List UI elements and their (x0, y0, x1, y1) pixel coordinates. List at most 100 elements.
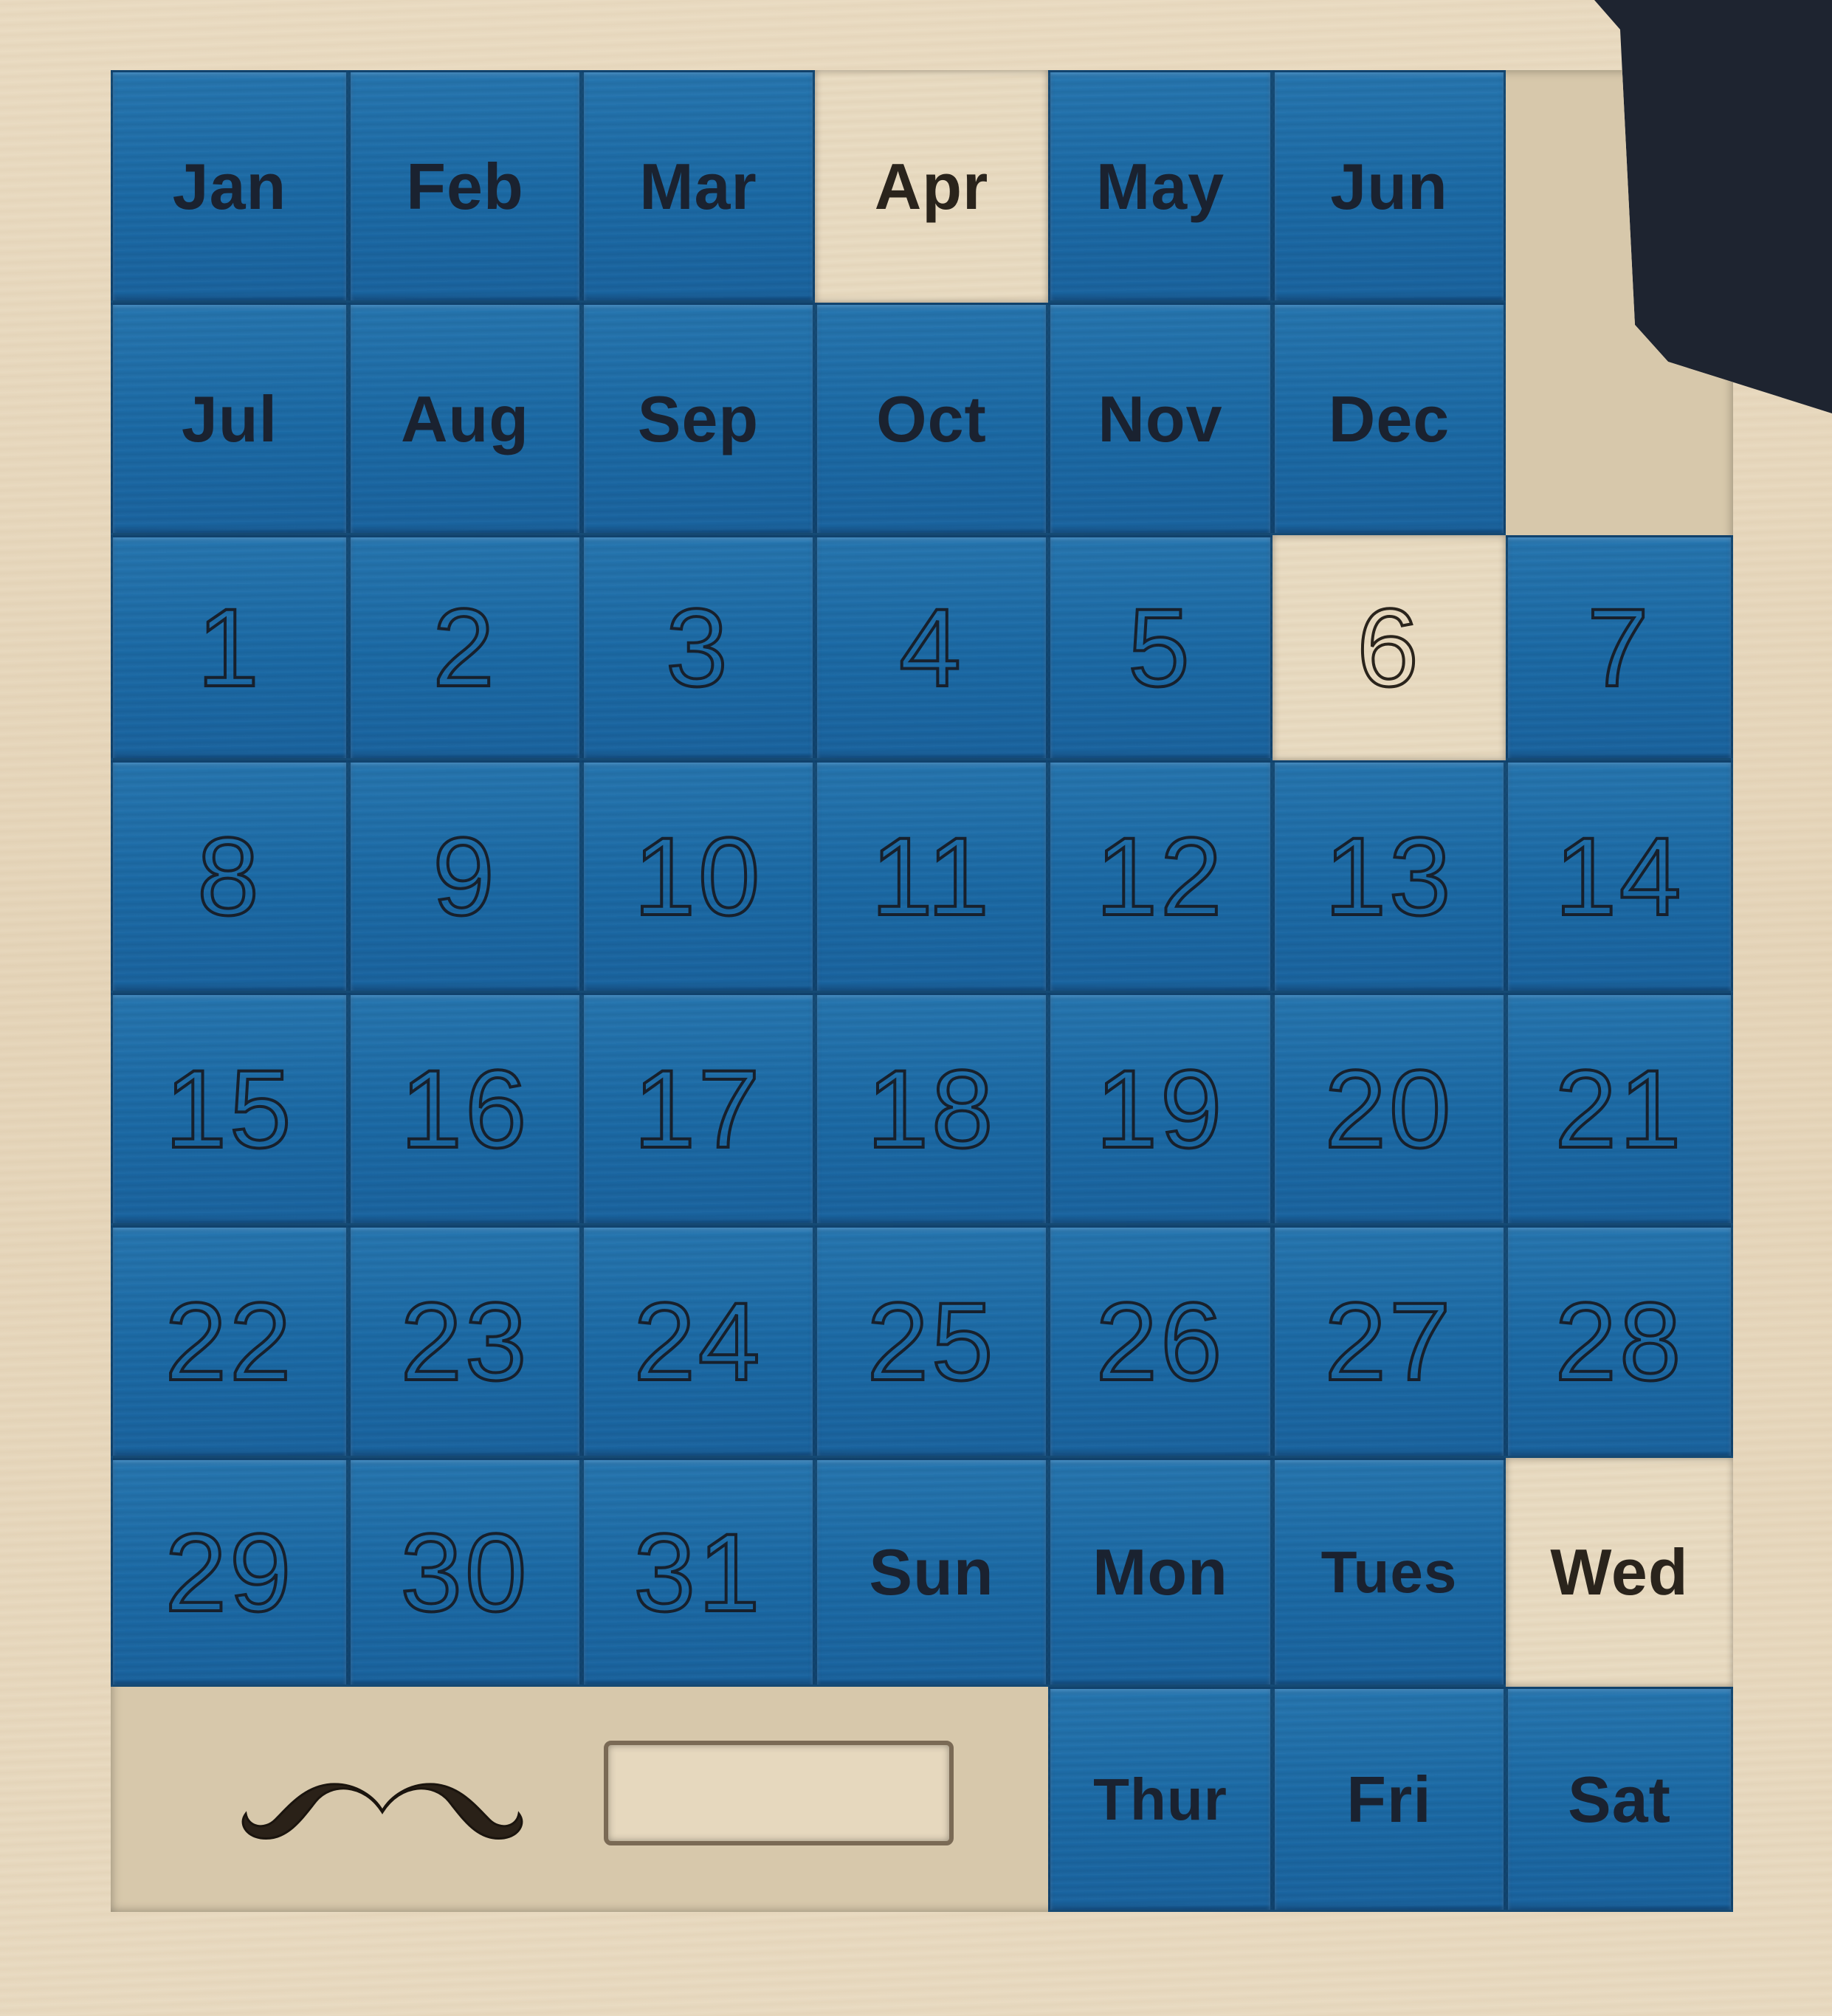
revealed-day-6: 6 (1273, 535, 1506, 760)
tile-month-dec: Dec (1273, 303, 1506, 535)
day-label: 7 (1585, 584, 1652, 711)
mustache-icon (241, 1783, 523, 1840)
month-label: Sep (637, 382, 760, 455)
tile-day-22: 22 (111, 1225, 348, 1458)
revealed-month-apr: Apr (815, 70, 1048, 303)
tile-day-24: 24 (582, 1225, 815, 1458)
empty-slot (604, 1741, 954, 1845)
day-label: 2 (431, 584, 497, 711)
day-label: 15 (164, 1045, 295, 1172)
month-label: Apr (874, 149, 989, 223)
day-label: 21 (1554, 1045, 1684, 1172)
tile-day-23: 23 (348, 1225, 582, 1458)
tile-day-21: 21 (1506, 993, 1733, 1225)
tile-day-2: 2 (348, 535, 582, 760)
day-label: 9 (431, 813, 497, 940)
weekday-label: Thur (1093, 1766, 1227, 1832)
day-label: 6 (1355, 584, 1422, 711)
tile-day-4: 4 (815, 535, 1048, 760)
tile-day-11: 11 (815, 760, 1048, 993)
tile-day-5: 5 (1048, 535, 1273, 760)
tile-month-oct: Oct (815, 303, 1048, 535)
day-label: 26 (1095, 1278, 1225, 1405)
day-label: 10 (633, 813, 763, 940)
day-label: 12 (1095, 813, 1225, 940)
calendar-puzzle-board: Jan Feb Mar Apr May Jun Jul Aug Sep Oct Nov Dec 1 2 3 4… (0, 0, 1832, 2016)
day-label: 30 (399, 1509, 530, 1636)
tile-day-31: 31 (582, 1458, 815, 1687)
tile-day-1: 1 (111, 535, 348, 760)
month-label: Oct (876, 382, 987, 455)
tile-day-17: 17 (582, 993, 815, 1225)
tile-month-aug: Aug (348, 303, 582, 535)
month-label: Jul (181, 382, 278, 455)
day-label: 25 (866, 1278, 996, 1405)
tile-day-15: 15 (111, 993, 348, 1225)
month-label: Nov (1098, 382, 1223, 455)
tile-month-jun: Jun (1273, 70, 1506, 303)
day-label: 20 (1323, 1045, 1454, 1172)
day-label: 22 (164, 1278, 295, 1405)
tile-month-nov: Nov (1048, 303, 1273, 535)
tile-month-feb: Feb (348, 70, 582, 303)
day-label: 23 (399, 1278, 530, 1405)
tile-weekday-thur: Thur (1048, 1687, 1273, 1912)
tile-weekday-mon: Mon (1048, 1458, 1273, 1687)
tile-day-14: 14 (1506, 760, 1733, 993)
tile-day-26: 26 (1048, 1225, 1273, 1458)
tile-month-sep: Sep (582, 303, 815, 535)
tile-day-20: 20 (1273, 993, 1506, 1225)
tile-day-19: 19 (1048, 993, 1273, 1225)
day-label: 1 (196, 584, 262, 711)
day-label: 13 (1323, 813, 1454, 940)
tile-weekday-sun: Sun (815, 1458, 1048, 1687)
month-label: Jan (172, 149, 287, 223)
revealed-weekday-wed: Wed (1506, 1458, 1733, 1687)
day-label: 8 (196, 813, 262, 940)
day-label: 3 (664, 584, 731, 711)
tile-day-3: 3 (582, 535, 815, 760)
tile-day-10: 10 (582, 760, 815, 993)
day-label: 11 (869, 813, 992, 940)
tile-day-28: 28 (1506, 1225, 1733, 1458)
weekday-label: Tues (1320, 1539, 1458, 1605)
day-label: 29 (164, 1509, 295, 1636)
month-label: May (1095, 149, 1225, 223)
month-label: Feb (406, 149, 524, 223)
tile-month-mar: Mar (582, 70, 815, 303)
month-label: Dec (1328, 382, 1450, 455)
tile-day-13: 13 (1273, 760, 1506, 993)
day-label: 24 (633, 1278, 763, 1405)
month-label: Mar (639, 149, 757, 223)
day-label: 19 (1095, 1045, 1225, 1172)
weekday-label: Fri (1346, 1762, 1432, 1836)
day-label: 18 (866, 1045, 996, 1172)
weekday-label: Wed (1550, 1535, 1689, 1609)
day-label: 14 (1554, 813, 1684, 940)
tile-weekday-sat: Sat (1506, 1687, 1733, 1912)
weekday-label: Mon (1092, 1535, 1228, 1609)
tile-month-jan: Jan (111, 70, 348, 303)
tile-day-12: 12 (1048, 760, 1273, 993)
day-label: 16 (399, 1045, 530, 1172)
tile-day-30: 30 (348, 1458, 582, 1687)
tile-day-7: 7 (1506, 535, 1733, 760)
day-label: 17 (633, 1045, 763, 1172)
tile-weekday-tues: Tues (1273, 1458, 1506, 1687)
weekday-label: Sun (869, 1535, 994, 1609)
tile-day-9: 9 (348, 760, 582, 993)
tile-day-27: 27 (1273, 1225, 1506, 1458)
day-label: 5 (1126, 584, 1193, 711)
day-label: 28 (1554, 1278, 1684, 1405)
tile-day-16: 16 (348, 993, 582, 1225)
tile-month-may: May (1048, 70, 1273, 303)
month-label: Aug (400, 382, 530, 455)
tile-month-jul: Jul (111, 303, 348, 535)
tile-weekday-fri: Fri (1273, 1687, 1506, 1912)
day-label: 27 (1323, 1278, 1454, 1405)
tile-day-18: 18 (815, 993, 1048, 1225)
day-label: 31 (633, 1509, 763, 1636)
tile-day-29: 29 (111, 1458, 348, 1687)
month-label: Jun (1330, 149, 1448, 223)
tile-day-8: 8 (111, 760, 348, 993)
